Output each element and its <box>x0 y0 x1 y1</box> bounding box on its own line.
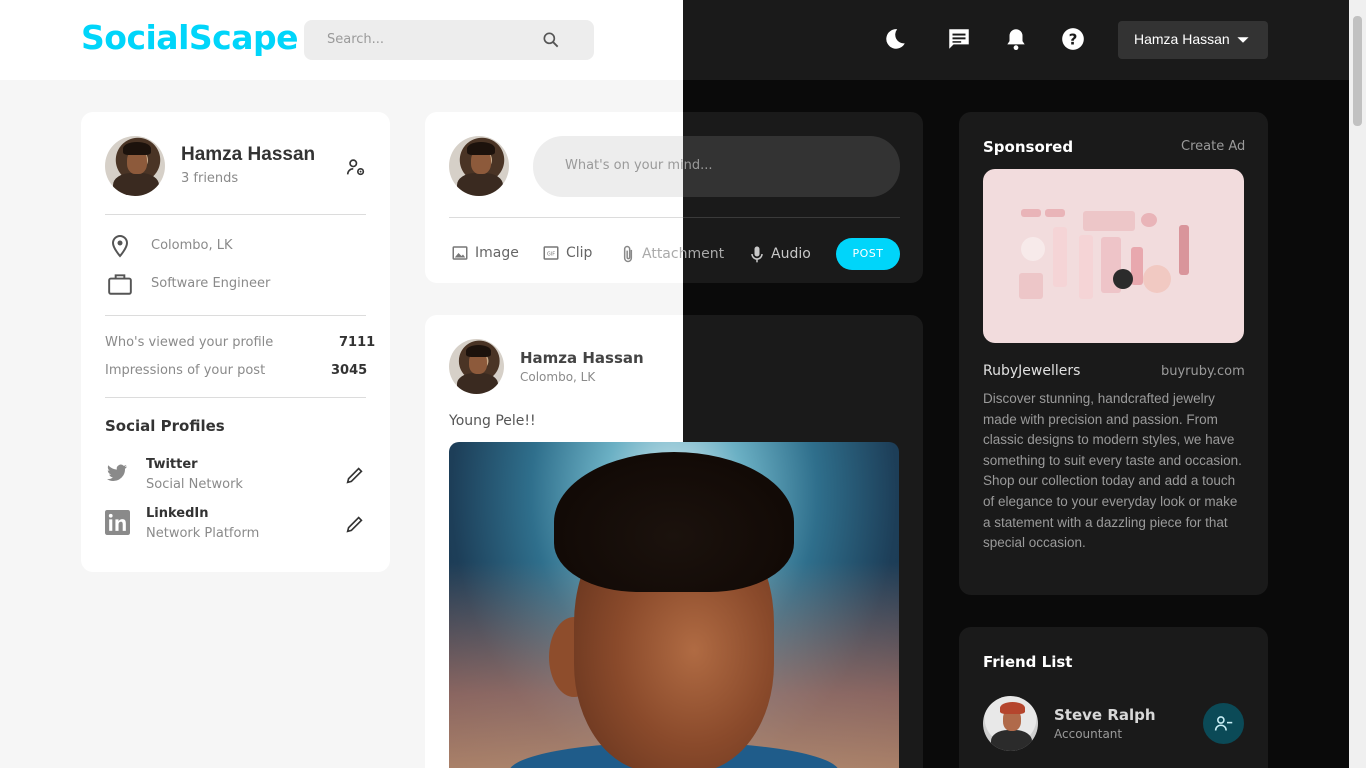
scrollbar-thumb[interactable] <box>1353 16 1362 126</box>
ad-url[interactable]: buyruby.com <box>1161 364 1245 379</box>
post-input-placeholder: What's on your mind... <box>565 158 713 173</box>
moon-icon[interactable] <box>882 26 908 52</box>
friend-role: Accountant <box>1054 727 1123 741</box>
action-label: Clip <box>566 245 593 261</box>
search-input[interactable]: Search... <box>327 32 384 47</box>
svg-text:?: ? <box>1069 30 1078 48</box>
avatar[interactable] <box>449 339 504 394</box>
profile-location: Colombo, LK <box>151 238 233 253</box>
avatar[interactable] <box>105 136 165 196</box>
remove-friend-button[interactable] <box>1203 703 1244 744</box>
social-profiles-title: Social Profiles <box>105 417 225 435</box>
message-icon[interactable] <box>946 26 972 52</box>
edit-icon[interactable] <box>344 464 366 490</box>
svg-text:GIF: GIF <box>547 251 555 257</box>
avatar[interactable] <box>449 136 509 196</box>
divider <box>105 315 366 316</box>
action-label: Image <box>475 245 519 261</box>
friends-count: 3 friends <box>181 171 239 186</box>
linkedin-icon <box>105 510 130 539</box>
stat-label: Impressions of your post <box>105 363 266 378</box>
clip-action-button[interactable]: GIF Clip <box>542 244 592 262</box>
post-location: Colombo, LK <box>520 370 596 384</box>
caret-down-icon <box>1237 37 1249 43</box>
post-image[interactable] <box>449 442 899 768</box>
social-name[interactable]: LinkedIn <box>146 506 209 521</box>
help-icon[interactable]: ? <box>1060 26 1086 52</box>
post-caption: Young Pele!! <box>449 413 536 429</box>
action-label: Audio <box>771 246 811 262</box>
search-icon[interactable] <box>541 30 561 54</box>
twitter-icon <box>104 461 130 489</box>
create-ad-link[interactable]: Create Ad <box>1181 139 1245 154</box>
friend-list-title: Friend List <box>983 653 1073 671</box>
briefcase-icon <box>106 271 134 301</box>
post-input[interactable]: What's on your mind... <box>533 136 900 197</box>
stat-label: Who's viewed your profile <box>105 335 274 350</box>
bell-icon[interactable] <box>1003 26 1029 52</box>
page-scrollbar[interactable] <box>1349 0 1366 768</box>
user-menu-label: Hamza Hassan <box>1134 31 1230 47</box>
attachment-icon <box>623 245 633 263</box>
stat-value: 3045 <box>331 363 368 378</box>
social-type: Network Platform <box>146 526 260 541</box>
ad-image[interactable] <box>983 169 1244 343</box>
social-name[interactable]: Twitter <box>146 457 198 472</box>
action-label: Attachment <box>642 246 725 262</box>
avatar[interactable] <box>983 696 1038 751</box>
sponsored-title: Sponsored <box>983 138 1074 156</box>
profile-name[interactable]: Hamza Hassan <box>181 144 315 166</box>
divider <box>105 397 366 398</box>
stat-value: 7111 <box>339 335 376 350</box>
manage-accounts-icon[interactable] <box>345 156 367 182</box>
social-type: Social Network <box>146 477 243 492</box>
user-menu-button[interactable]: Hamza Hassan <box>1118 21 1268 59</box>
friend-name[interactable]: Steve Ralph <box>1054 706 1156 724</box>
location-icon <box>108 233 132 263</box>
image-icon <box>452 246 468 260</box>
person-remove-icon <box>1214 716 1233 731</box>
post-author[interactable]: Hamza Hassan <box>520 349 644 367</box>
ad-brand[interactable]: RubyJewellers <box>983 363 1080 379</box>
gif-icon: GIF <box>543 246 559 260</box>
image-action-button[interactable]: Image <box>451 244 519 262</box>
search-bar[interactable]: Search... <box>304 20 594 60</box>
audio-action-button[interactable]: Audio <box>749 244 811 264</box>
app-logo[interactable]: SocialScape <box>81 18 299 57</box>
post-button[interactable]: POST <box>836 238 900 270</box>
divider <box>449 217 683 218</box>
attachment-action-button[interactable]: Attachment <box>620 244 724 264</box>
ad-description: Discover stunning, handcrafted jewelry m… <box>983 391 1242 551</box>
edit-icon[interactable] <box>344 513 366 539</box>
divider <box>105 214 366 215</box>
profile-occupation: Software Engineer <box>151 276 271 291</box>
mic-icon <box>751 246 763 263</box>
divider <box>683 217 900 218</box>
